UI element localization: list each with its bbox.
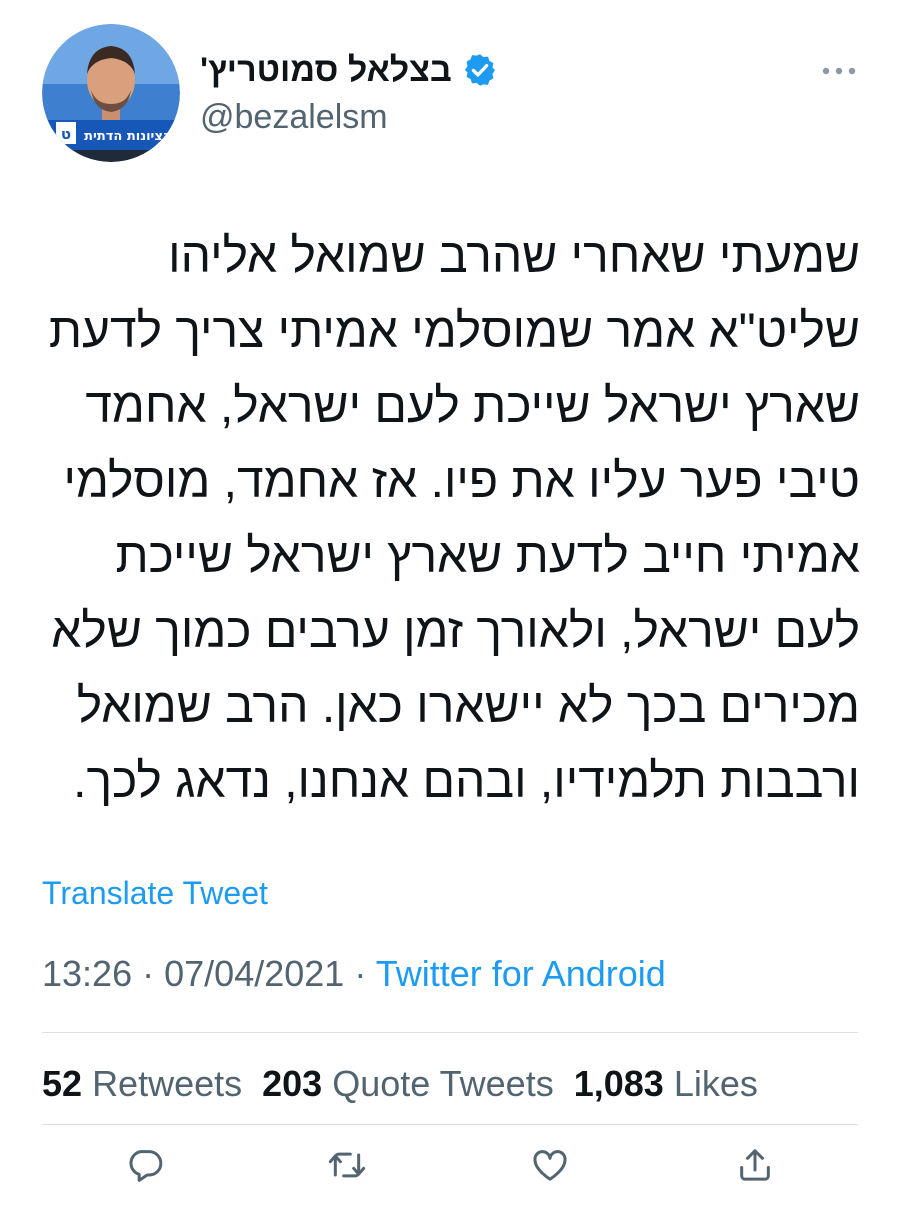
avatar-image: ט הציונות הדתית xyxy=(42,24,180,162)
meta-separator: · xyxy=(354,953,367,994)
retweet-button[interactable] xyxy=(322,1140,372,1190)
retweets-stat[interactable]: 52 Retweets xyxy=(42,1063,242,1105)
share-icon xyxy=(740,1149,770,1181)
reply-button[interactable] xyxy=(120,1140,170,1190)
share-button[interactable] xyxy=(730,1140,780,1190)
translate-tweet-link[interactable]: Translate Tweet xyxy=(42,875,268,912)
tweet-action-bar xyxy=(0,1140,900,1190)
quote-tweets-label: Quote Tweets xyxy=(332,1063,554,1104)
quote-tweets-stat[interactable]: 203 Quote Tweets xyxy=(262,1063,554,1105)
divider xyxy=(42,1032,858,1033)
quote-tweets-count: 203 xyxy=(262,1063,323,1104)
tweet-text-line: שארץ ישראל שייכת לעם ישראל, אחמד xyxy=(85,380,860,433)
author-name-row: בצלאל סמוטריץ' xyxy=(200,48,498,92)
tweet-text-line: מכירים בכך לא יישארו כאן. הרב שמואל xyxy=(76,680,860,733)
more-dots-icon[interactable] xyxy=(818,56,860,86)
likes-label: Likes xyxy=(673,1063,758,1104)
tweet-source-link[interactable]: Twitter for Android xyxy=(376,953,666,994)
retweets-label: Retweets xyxy=(92,1063,243,1104)
display-name[interactable]: בצלאל סמוטריץ' xyxy=(200,51,452,90)
likes-stat[interactable]: 1,083 Likes xyxy=(574,1063,758,1105)
svg-text:ט: ט xyxy=(61,125,71,143)
svg-text:הציונות הדתית: הציונות הדתית xyxy=(84,129,172,144)
reply-icon xyxy=(129,1150,163,1182)
meta-separator: · xyxy=(142,953,155,994)
tweet-text: שמעתי שאחרי שהרב שמואל אליהו שליט"א אמר … xyxy=(38,219,860,819)
tweet-text-line: שמעתי שאחרי שהרב שמואל אליהו xyxy=(168,230,860,283)
divider xyxy=(42,1124,858,1125)
tweet-text-line: שליט"א אמר שמוסלמי אמיתי צריך לדעת xyxy=(48,305,860,358)
tweet-text-line: טיבי פער עליו את פיו. אז אחמד, מוסלמי xyxy=(63,455,860,508)
retweets-count: 52 xyxy=(42,1063,83,1104)
retweet-icon xyxy=(328,1152,366,1178)
tweet-text-line: ורבבות תלמידיו, ובהם אנחנו, נדאג לכך. xyxy=(73,755,860,808)
avatar[interactable]: ט הציונות הדתית xyxy=(42,24,180,162)
verified-badge-icon xyxy=(464,54,495,86)
tweet-text-line: לעם ישראל, ולאורך זמן ערבים כמוך שלא xyxy=(51,605,860,658)
tweet-date[interactable]: 07/04/2021 xyxy=(164,953,344,994)
tweet-meta: 13:26 · 07/04/2021 · Twitter for Android xyxy=(42,953,666,995)
like-button[interactable] xyxy=(525,1140,575,1190)
likes-count: 1,083 xyxy=(573,1063,664,1104)
heart-icon xyxy=(533,1150,567,1181)
tweet-time[interactable]: 13:26 xyxy=(42,953,132,994)
tweet-text-line: אמיתי חייב לדעת שארץ ישראל שייכת xyxy=(115,530,861,583)
author-handle[interactable]: @bezalelsm xyxy=(200,98,388,137)
tweet-stats: 52 Retweets 203 Quote Tweets 1,083 Likes xyxy=(42,1063,758,1105)
